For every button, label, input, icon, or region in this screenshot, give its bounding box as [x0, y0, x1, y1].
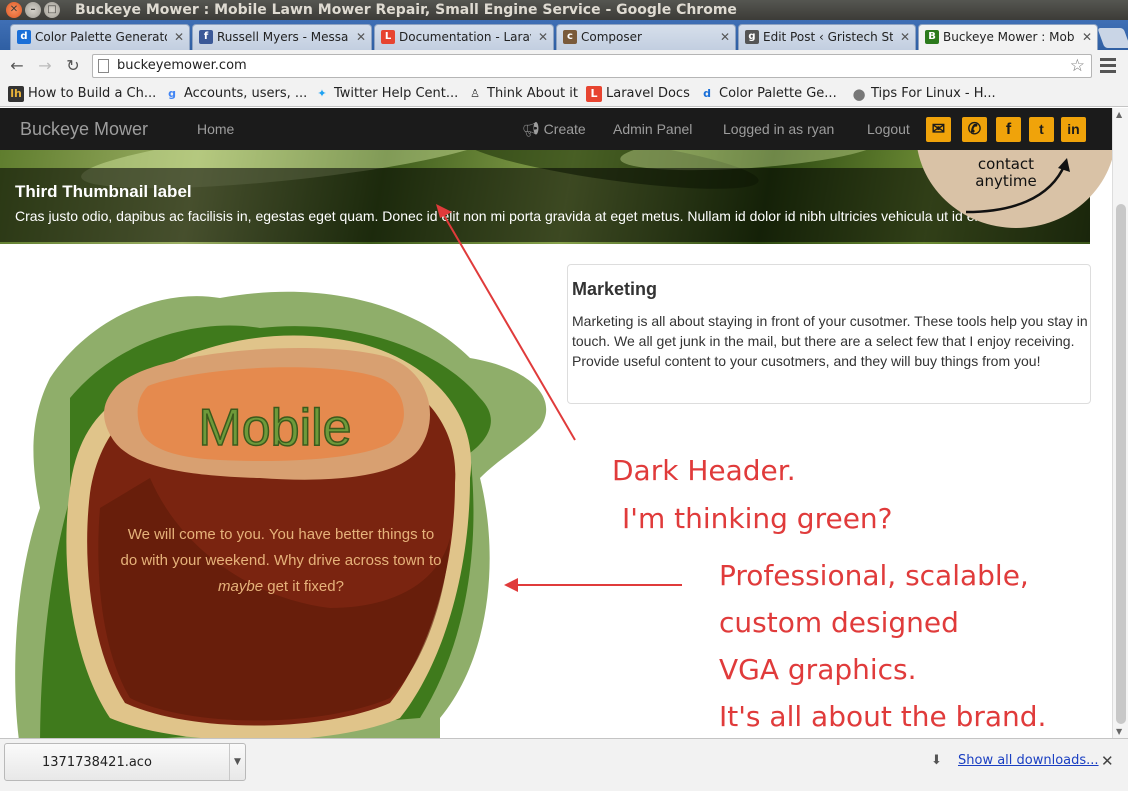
- window-maximize-button[interactable]: □: [44, 2, 60, 18]
- tab-close-icon[interactable]: ✕: [174, 25, 184, 49]
- downloads-bar: 1371738421.aco ▼ ⬇ Show all downloads...…: [0, 738, 1128, 791]
- tab-label: Color Palette Generato: [35, 30, 167, 44]
- back-arrow-icon[interactable]: ←: [6, 55, 28, 77]
- window-close-button[interactable]: ✕: [6, 2, 22, 18]
- tab-label: Documentation - Larave: [399, 30, 531, 44]
- scroll-up-icon[interactable]: ▲: [1116, 110, 1122, 119]
- figure-icon: ♙: [470, 87, 480, 100]
- tab-edit-post[interactable]: g Edit Post ‹ Gristech Stu ✕: [738, 24, 916, 50]
- tab-close-icon[interactable]: ✕: [356, 25, 366, 49]
- circle-icon: ●: [852, 85, 866, 103]
- tab-label: Russell Myers - Message: [217, 30, 349, 44]
- composer-icon: c: [563, 30, 577, 44]
- window-title: Buckeye Mower : Mobile Lawn Mower Repair…: [75, 2, 737, 18]
- bookmark-item[interactable]: d Color Palette Ge...: [699, 85, 837, 103]
- laravel-icon: L: [586, 86, 602, 102]
- window-titlebar: ✕ – □ Buckeye Mower : Mobile Lawn Mower …: [0, 0, 1128, 20]
- bookmarks-bar: lh How to Build a Ch... g Accounts, user…: [0, 82, 1128, 107]
- google-icon: g: [168, 87, 176, 100]
- bookmark-label: Think About it: [487, 86, 578, 101]
- site-brand[interactable]: Buckeye Mower: [20, 108, 148, 150]
- tab-buckeye-mower[interactable]: B Buckeye Mower : Mobil ✕: [918, 24, 1098, 50]
- tab-label: Edit Post ‹ Gristech Stu: [763, 30, 893, 44]
- page-icon: [98, 59, 109, 73]
- show-all-downloads-link[interactable]: Show all downloads...: [958, 739, 1099, 783]
- bookmark-item[interactable]: lh How to Build a Ch...: [8, 85, 156, 103]
- annotation-custom-designed: custom designed: [719, 606, 959, 639]
- forward-arrow-icon[interactable]: →: [34, 55, 56, 77]
- d-logo-icon: d: [17, 30, 31, 44]
- download-filename: 1371738421.aco: [42, 755, 152, 770]
- annotation-dark-header: Dark Header.: [612, 454, 796, 487]
- chrome-menu-icon[interactable]: [1100, 58, 1116, 76]
- annotation-brand: It's all about the brand.: [719, 700, 1047, 733]
- linkedin-icon[interactable]: in: [1061, 117, 1086, 142]
- gristech-icon: g: [745, 30, 759, 44]
- tab-label: Composer: [581, 30, 642, 44]
- annotation-professional: Professional, scalable,: [719, 559, 1029, 592]
- close-icon[interactable]: ✕: [1101, 739, 1114, 783]
- facebook-icon[interactable]: f: [996, 117, 1021, 142]
- megaphone-icon: 📢︎: [522, 121, 540, 137]
- tab-close-icon[interactable]: ✕: [720, 25, 730, 49]
- chevron-down-icon[interactable]: ▼: [229, 744, 245, 780]
- site-navbar: Buckeye Mower Home 📢︎ Create Admin Panel…: [0, 108, 1112, 150]
- window-minimize-button[interactable]: –: [25, 2, 41, 18]
- bookmark-item[interactable]: ✦ Twitter Help Cent...: [314, 85, 458, 103]
- tab-close-icon[interactable]: ✕: [900, 25, 910, 49]
- bookmark-label: Laravel Docs: [606, 86, 690, 101]
- bookmark-label: Twitter Help Cent...: [334, 86, 459, 101]
- nav-logout-link[interactable]: Logout: [867, 108, 910, 150]
- twitter-bird-icon: ✦: [317, 87, 327, 100]
- address-bar[interactable]: buckeyemower.com ☆: [92, 54, 1092, 78]
- lh-icon: lh: [8, 86, 24, 102]
- bookmark-label: Color Palette Ge...: [719, 86, 837, 101]
- page-scrollbar[interactable]: ▲ ▼: [1112, 108, 1128, 738]
- download-item[interactable]: 1371738421.aco ▼: [4, 743, 246, 781]
- nav-admin-link[interactable]: Admin Panel: [613, 108, 692, 150]
- tab-russell-myers[interactable]: f Russell Myers - Message ✕: [192, 24, 372, 50]
- nav-create-label: Create: [543, 121, 586, 137]
- annotation-arrows: [436, 204, 682, 592]
- tab-color-palette[interactable]: d Color Palette Generato ✕: [10, 24, 190, 50]
- tab-label: Buckeye Mower : Mobil: [943, 30, 1075, 44]
- bookmark-label: Tips For Linux - H...: [871, 86, 996, 101]
- buckeye-b-icon: B: [925, 30, 939, 44]
- bookmark-item[interactable]: ♙ Think About it: [467, 85, 578, 103]
- bookmark-item[interactable]: ● Tips For Linux - H...: [851, 85, 996, 103]
- scroll-down-icon[interactable]: ▼: [1116, 727, 1122, 736]
- bookmark-star-icon[interactable]: ☆: [1070, 55, 1085, 77]
- nav-home-link[interactable]: Home: [197, 108, 234, 150]
- browser-toolbar: ← → ↻ buckeyemower.com ☆: [0, 50, 1128, 82]
- phone-icon[interactable]: ✆: [962, 117, 987, 142]
- tab-strip: d Color Palette Generato ✕ f Russell Mye…: [0, 20, 1128, 50]
- twitter-icon[interactable]: t: [1029, 117, 1054, 142]
- d-logo-icon: d: [703, 87, 711, 100]
- tab-close-icon[interactable]: ✕: [1082, 25, 1092, 49]
- tab-laravel-docs[interactable]: L Documentation - Larave ✕: [374, 24, 554, 50]
- bookmark-item[interactable]: L Laravel Docs: [586, 85, 690, 103]
- page-viewport: Third Thumbnail label Cras justo odio, d…: [0, 108, 1112, 738]
- facebook-icon: f: [199, 30, 213, 44]
- scrollbar-thumb[interactable]: [1116, 204, 1126, 724]
- bookmark-label: How to Build a Ch...: [28, 86, 157, 101]
- annotation-vga-graphics: VGA graphics.: [719, 653, 917, 686]
- contact-arrow-icon: [965, 158, 1070, 214]
- tab-composer[interactable]: c Composer ✕: [556, 24, 736, 50]
- laravel-icon: L: [381, 30, 395, 44]
- bookmark-item[interactable]: g Accounts, users, ...: [164, 85, 307, 103]
- reload-icon[interactable]: ↻: [62, 55, 84, 77]
- download-arrow-icon: ⬇: [931, 753, 942, 768]
- envelope-icon[interactable]: ✉: [926, 117, 951, 142]
- url-text[interactable]: buckeyemower.com: [117, 55, 247, 77]
- bookmark-label: Accounts, users, ...: [184, 86, 308, 101]
- nav-logged-in-label[interactable]: Logged in as ryan: [723, 108, 834, 150]
- tab-close-icon[interactable]: ✕: [538, 25, 548, 49]
- new-tab-button[interactable]: [1097, 28, 1128, 48]
- nav-create-link[interactable]: 📢︎ Create: [522, 108, 586, 150]
- annotation-thinking-green: I'm thinking green?: [622, 502, 893, 535]
